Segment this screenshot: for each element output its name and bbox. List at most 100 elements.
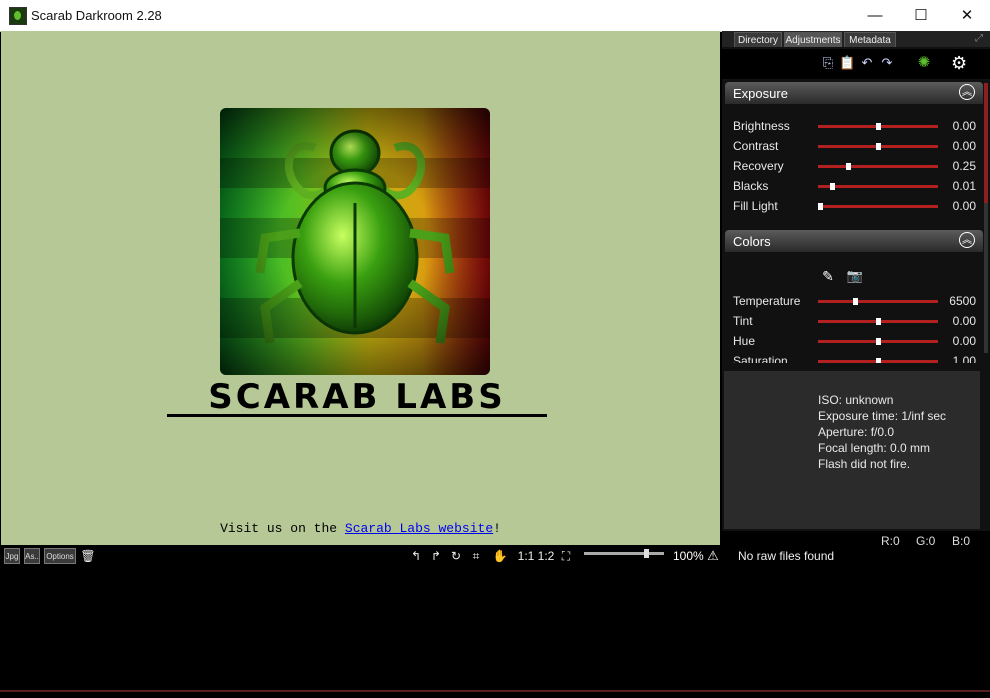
visit-prefix: Visit us on the — [220, 521, 345, 536]
scarab-logo-image — [220, 108, 490, 375]
colors-sliders: Temperature 6500 Tint 0.00 Hue 0.00 Satu… — [722, 289, 984, 363]
brightness-slider[interactable] — [818, 123, 938, 130]
exif-aperture: Aperture: f/0.0 — [818, 425, 895, 439]
zoom-1-1-button[interactable]: 1:1 — [516, 548, 536, 564]
slider-thumb[interactable] — [846, 163, 851, 170]
slider-label: Hue — [733, 334, 756, 348]
crop-icon[interactable]: ⌗ — [468, 548, 484, 564]
zoom-1-2-button[interactable]: 1:2 — [536, 548, 556, 564]
zoom-fit-icon[interactable]: ⛶ — [558, 548, 574, 564]
colors-section-header[interactable]: Colors ︽ — [725, 230, 983, 252]
colors-title: Colors — [733, 234, 771, 249]
tab-directory[interactable]: Directory — [734, 32, 782, 47]
exif-iso: ISO: unknown — [818, 393, 894, 407]
undo-icon[interactable]: ↶ — [859, 55, 875, 71]
bottom-border — [0, 690, 990, 692]
refresh-icon[interactable]: ↻ — [448, 548, 464, 564]
slider-value: 6500 — [949, 294, 976, 308]
exposure-title: Exposure — [733, 86, 788, 101]
status-text: No raw files found — [738, 549, 835, 563]
tint-slider[interactable] — [818, 318, 938, 325]
website-link[interactable]: Scarab Labs website — [345, 521, 493, 536]
slider-value: 0.00 — [952, 334, 976, 348]
slider-value: 0.01 — [952, 179, 976, 193]
contrast-slider[interactable] — [818, 143, 938, 150]
options-button[interactable]: Options — [44, 548, 76, 564]
slider-label: Brightness — [733, 119, 790, 133]
slider-row-tint: Tint 0.00 — [722, 312, 984, 332]
image-viewer[interactable]: SCARAB LABS Visit us on the Scarab Labs … — [1, 31, 720, 545]
collapse-icon[interactable]: ︽ — [959, 232, 975, 248]
tab-adjustments[interactable]: Adjustments — [784, 32, 842, 47]
slider-label: Recovery — [733, 159, 784, 173]
slider-row-saturation: Saturation 1.00 — [722, 352, 984, 363]
zoom-slider[interactable] — [584, 549, 664, 558]
visit-suffix: ! — [493, 521, 501, 536]
slider-thumb[interactable] — [876, 338, 881, 345]
slider-thumb[interactable] — [830, 183, 836, 190]
zoom-slider-thumb[interactable] — [644, 549, 650, 558]
status-bar: No raw files found — [722, 546, 990, 566]
logo-text: SCARAB LABS — [208, 377, 506, 417]
title-bar: Scarab Darkroom 2.28 — ☐ ✕ — [0, 0, 990, 32]
redo-icon[interactable]: ↷ — [879, 55, 895, 71]
slider-thumb[interactable] — [876, 318, 881, 325]
exif-exposure-time: Exposure time: 1/inf sec — [818, 409, 947, 423]
paste-icon[interactable]: 📋 — [839, 55, 855, 71]
minimize-button[interactable]: — — [852, 0, 898, 31]
close-button[interactable]: ✕ — [944, 0, 990, 31]
slider-row-fill-light: Fill Light 0.00 — [722, 197, 984, 217]
slider-thumb[interactable] — [876, 143, 881, 150]
slider-row-blacks: Blacks 0.01 — [722, 177, 984, 197]
slider-label: Temperature — [733, 294, 801, 308]
trash-icon[interactable]: 🗑 — [80, 548, 96, 564]
slider-value: 0.00 — [952, 119, 976, 133]
rgb-readout: R:0 G:0 B:0 — [722, 531, 990, 548]
slider-label: Fill Light — [733, 199, 778, 213]
blacks-slider[interactable] — [818, 183, 938, 190]
camera-icon[interactable]: 📷 — [846, 268, 864, 284]
slider-thumb[interactable] — [876, 123, 881, 130]
exif-flash: Flash did not fire. — [818, 457, 911, 471]
copy-icon[interactable]: ⎘ — [820, 55, 836, 71]
slider-row-hue: Hue 0.00 — [722, 332, 984, 352]
save-as-button[interactable]: As.. — [24, 548, 40, 564]
scarab-logo-icon[interactable]: ✺ — [916, 55, 932, 71]
recovery-slider[interactable] — [818, 163, 938, 170]
exposure-section-header[interactable]: Exposure ︽ — [725, 82, 983, 104]
slider-thumb[interactable] — [818, 203, 824, 210]
scrollbar-handle[interactable] — [984, 83, 988, 203]
exif-focal-length: Focal length: 0.0 mm — [818, 441, 931, 455]
fill-light-slider[interactable] — [818, 203, 938, 210]
slider-label: Tint — [733, 314, 753, 328]
slider-thumb[interactable] — [853, 298, 859, 305]
panel-scrollbar[interactable] — [984, 83, 988, 353]
collapse-icon[interactable]: ︽ — [959, 84, 975, 100]
slider-label: Contrast — [733, 139, 779, 153]
tab-metadata[interactable]: Metadata — [844, 32, 896, 47]
saturation-slider[interactable] — [818, 358, 938, 363]
warning-icon: ⚠ — [707, 548, 719, 563]
window-title: Scarab Darkroom 2.28 — [31, 8, 162, 23]
rotate-right-icon[interactable]: ↱ — [428, 548, 444, 564]
gear-icon[interactable]: ⚙ — [951, 54, 967, 72]
eyedropper-icon[interactable]: ✎ — [820, 268, 836, 284]
filmstrip-area[interactable] — [0, 566, 722, 690]
slider-value: 0.00 — [952, 314, 976, 328]
slider-row-contrast: Contrast 0.00 — [722, 137, 984, 157]
slider-label: Saturation — [733, 354, 788, 363]
visit-text: Visit us on the Scarab Labs website! — [1, 521, 720, 536]
logo-underline — [167, 414, 547, 417]
viewer-toolbar: Jpg As.. Options 🗑 ↰ ↱ ↻ ⌗ ✋ 1:1 1:2 ⛶ — [0, 546, 722, 566]
maximize-button[interactable]: ☐ — [898, 0, 944, 31]
temperature-slider[interactable] — [818, 298, 938, 305]
slider-label: Blacks — [733, 179, 769, 193]
slider-row-recovery: Recovery 0.25 — [722, 157, 984, 177]
rotate-left-icon[interactable]: ↰ — [408, 548, 424, 564]
expand-icon[interactable]: ⤢ — [975, 33, 983, 44]
hue-slider[interactable] — [818, 338, 938, 345]
zoom-level: 100% — [673, 549, 704, 563]
hand-icon[interactable]: ✋ — [492, 548, 508, 564]
slider-thumb[interactable] — [876, 358, 881, 363]
save-jpg-button[interactable]: Jpg — [4, 548, 20, 564]
